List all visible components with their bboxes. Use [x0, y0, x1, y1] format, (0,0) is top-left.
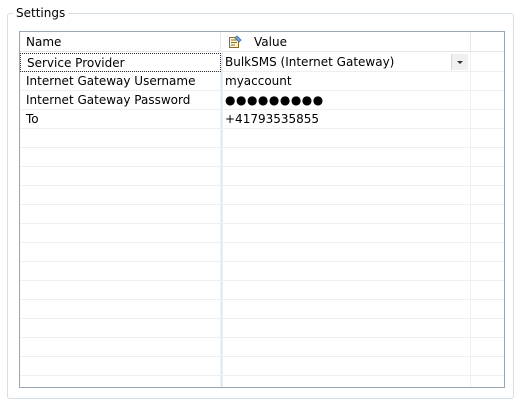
empty-grid-row — [20, 300, 504, 319]
row-name: Service Provider — [20, 53, 221, 72]
empty-cell — [20, 338, 221, 357]
column-header-value[interactable]: Value — [221, 32, 471, 52]
empty-grid-row — [20, 129, 504, 148]
empty-cell — [471, 338, 504, 357]
empty-cell — [471, 262, 504, 281]
empty-cell — [20, 243, 221, 262]
empty-cell — [471, 129, 504, 148]
column-header-filler — [471, 32, 504, 52]
empty-grid-row — [20, 376, 504, 387]
empty-cell — [20, 376, 221, 387]
empty-grid-row — [20, 243, 504, 262]
grid-rows: Service Provider BulkSMS (Internet Gatew… — [20, 53, 504, 387]
empty-cell — [221, 262, 471, 281]
empty-grid-row — [20, 281, 504, 300]
empty-cell — [20, 129, 221, 148]
column-header-value-label: Value — [254, 35, 287, 49]
empty-cell — [221, 205, 471, 224]
empty-cell — [221, 357, 471, 376]
grid-row-password[interactable]: Internet Gateway Password ●●●●●●●●● — [20, 91, 504, 110]
empty-cell — [221, 338, 471, 357]
empty-grid-row — [20, 148, 504, 167]
empty-cell — [20, 300, 221, 319]
empty-cell — [20, 357, 221, 376]
empty-grid-row — [20, 205, 504, 224]
empty-cell — [221, 224, 471, 243]
empty-cell — [221, 376, 471, 387]
empty-cell — [20, 319, 221, 338]
empty-cell — [471, 300, 504, 319]
row-filler — [471, 91, 504, 110]
empty-cell — [471, 224, 504, 243]
grid-header: Name Value — [20, 32, 504, 52]
settings-grid: Name Value Service Provider BulkSMS (Int… — [19, 31, 505, 388]
grid-row-username[interactable]: Internet Gateway Username myaccount — [20, 72, 504, 91]
to-field[interactable]: +41793535855 — [221, 110, 471, 129]
empty-cell — [471, 148, 504, 167]
empty-grid-row — [20, 338, 504, 357]
username-field[interactable]: myaccount — [221, 72, 471, 91]
empty-grid-row — [20, 224, 504, 243]
password-field[interactable]: ●●●●●●●●● — [221, 91, 471, 110]
empty-cell — [20, 262, 221, 281]
empty-cell — [221, 243, 471, 262]
empty-cell — [471, 167, 504, 186]
empty-cell — [471, 357, 504, 376]
empty-cell — [471, 319, 504, 338]
empty-cell — [221, 167, 471, 186]
properties-icon — [229, 35, 242, 48]
row-name: Internet Gateway Password — [20, 91, 221, 110]
row-filler — [471, 110, 504, 129]
empty-cell — [471, 281, 504, 300]
empty-cell — [471, 186, 504, 205]
empty-cell — [221, 129, 471, 148]
empty-cell — [20, 148, 221, 167]
empty-cell — [221, 186, 471, 205]
empty-cell — [20, 205, 221, 224]
empty-cell — [221, 148, 471, 167]
empty-cell — [221, 281, 471, 300]
empty-grid-row — [20, 319, 504, 338]
empty-grid-row — [20, 357, 504, 376]
service-provider-value: BulkSMS (Internet Gateway) — [225, 55, 395, 69]
empty-cell — [20, 281, 221, 300]
empty-cell — [471, 205, 504, 224]
empty-cell — [221, 300, 471, 319]
grid-row-to[interactable]: To +41793535855 — [20, 110, 504, 129]
chevron-down-icon[interactable] — [451, 54, 468, 70]
row-name: Internet Gateway Username — [20, 72, 221, 91]
empty-grid-row — [20, 186, 504, 205]
empty-grid-row — [20, 262, 504, 281]
empty-cell — [221, 319, 471, 338]
grid-row-service-provider[interactable]: Service Provider BulkSMS (Internet Gatew… — [20, 53, 504, 72]
empty-cell — [20, 224, 221, 243]
empty-cell — [20, 186, 221, 205]
empty-cell — [20, 167, 221, 186]
column-header-name[interactable]: Name — [20, 32, 221, 52]
settings-group-title: Settings — [13, 6, 69, 20]
row-name: To — [20, 110, 221, 129]
row-filler — [471, 53, 504, 72]
row-filler — [471, 72, 504, 91]
service-provider-dropdown[interactable]: BulkSMS (Internet Gateway) — [221, 53, 471, 72]
empty-cell — [471, 376, 504, 387]
empty-grid-row — [20, 167, 504, 186]
empty-cell — [471, 243, 504, 262]
